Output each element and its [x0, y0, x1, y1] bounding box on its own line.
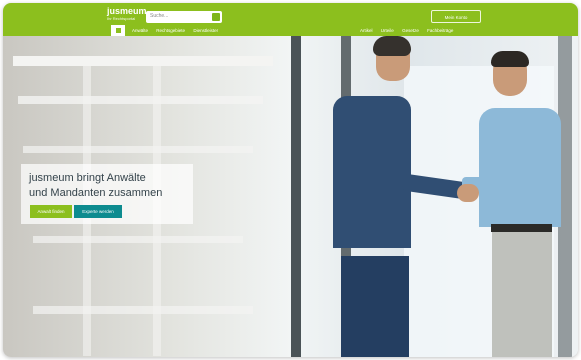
browser-frame: jusmeum Ihr Rechtsportal Suche... Mein K… [3, 3, 578, 357]
search-input[interactable]: Suche... [146, 11, 222, 23]
logo-wordmark: jusmeum [107, 6, 147, 16]
search-placeholder: Suche... [150, 13, 169, 19]
search-icon[interactable] [212, 13, 220, 21]
become-expert-button[interactable]: Experte werden [74, 205, 122, 218]
home-icon [116, 28, 121, 33]
nav-fachbeitraege[interactable]: Fachbeiträge [427, 25, 453, 36]
main-nav-right: Artikel Urteile Gesetze Fachbeiträge [360, 25, 460, 36]
hero-headline: jusmeum bringt Anwälte und Mandanten zus… [29, 171, 162, 201]
find-lawyer-button[interactable]: Anwalt finden [30, 205, 72, 218]
nav-urteile[interactable]: Urteile [381, 25, 394, 36]
nav-dienstleister[interactable]: Dienstleister [193, 25, 218, 36]
nav-anwaelte[interactable]: Anwälte [132, 25, 148, 36]
hero-banner: jusmeum bringt Anwälte und Mandanten zus… [3, 36, 578, 357]
main-nav-left: Anwälte Rechtsgebiete Dienstleister [132, 25, 225, 36]
site-header: jusmeum Ihr Rechtsportal Suche... Mein K… [3, 3, 578, 36]
nav-rechtsgebiete[interactable]: Rechtsgebiete [156, 25, 185, 36]
nav-artikel[interactable]: Artikel [360, 25, 373, 36]
logo-tagline: Ihr Rechtsportal [107, 16, 136, 21]
nav-gesetze[interactable]: Gesetze [402, 25, 419, 36]
home-button[interactable] [111, 25, 125, 36]
handshake-photo [457, 184, 479, 202]
hero-caption: jusmeum bringt Anwälte und Mandanten zus… [21, 164, 193, 224]
user-menu-button[interactable]: Mein Konto [431, 10, 481, 23]
site-logo[interactable]: jusmeum Ihr Rechtsportal [107, 7, 147, 23]
hero-headline-line2: und Mandanten zusammen [29, 187, 163, 199]
hero-headline-line1: jusmeum bringt Anwälte [29, 172, 146, 184]
